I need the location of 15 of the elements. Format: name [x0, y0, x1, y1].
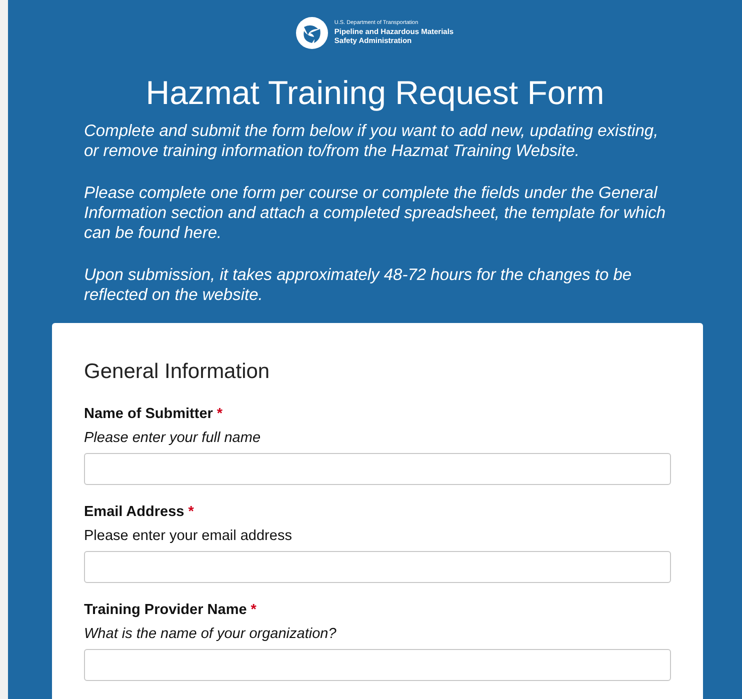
text-field[interactable]: [84, 649, 671, 681]
field-hint: Please enter your email address: [84, 527, 293, 545]
text-field[interactable]: [84, 453, 671, 485]
form-title: Hazmat Training Request Form: [144, 73, 606, 113]
agency-logo-icon: [296, 16, 328, 48]
field-hint: What is the name of your organization?: [84, 625, 338, 643]
intro-paragraph: Please complete one form per course or complete the fields under the General Information section and attach a completed spreadsheet, the template for which can be found here.: [84, 183, 667, 243]
field-label: Name of Submitter *: [84, 405, 224, 423]
text-field[interactable]: [84, 551, 671, 583]
field-label: Email Address *: [84, 503, 195, 521]
intro-paragraph: Complete and submit the form below if you want to add new, updating existing, or remove training information to/from the Hazmat Training Website.: [84, 121, 660, 161]
field-hint: Please enter your full name: [84, 429, 262, 447]
section-heading: General Information: [84, 359, 271, 385]
intro-paragraph: Upon submission, it takes approximately 48-72 hours for the changes to be reflected on the website.: [84, 265, 633, 305]
field-label: Training Provider Name *: [84, 601, 258, 619]
